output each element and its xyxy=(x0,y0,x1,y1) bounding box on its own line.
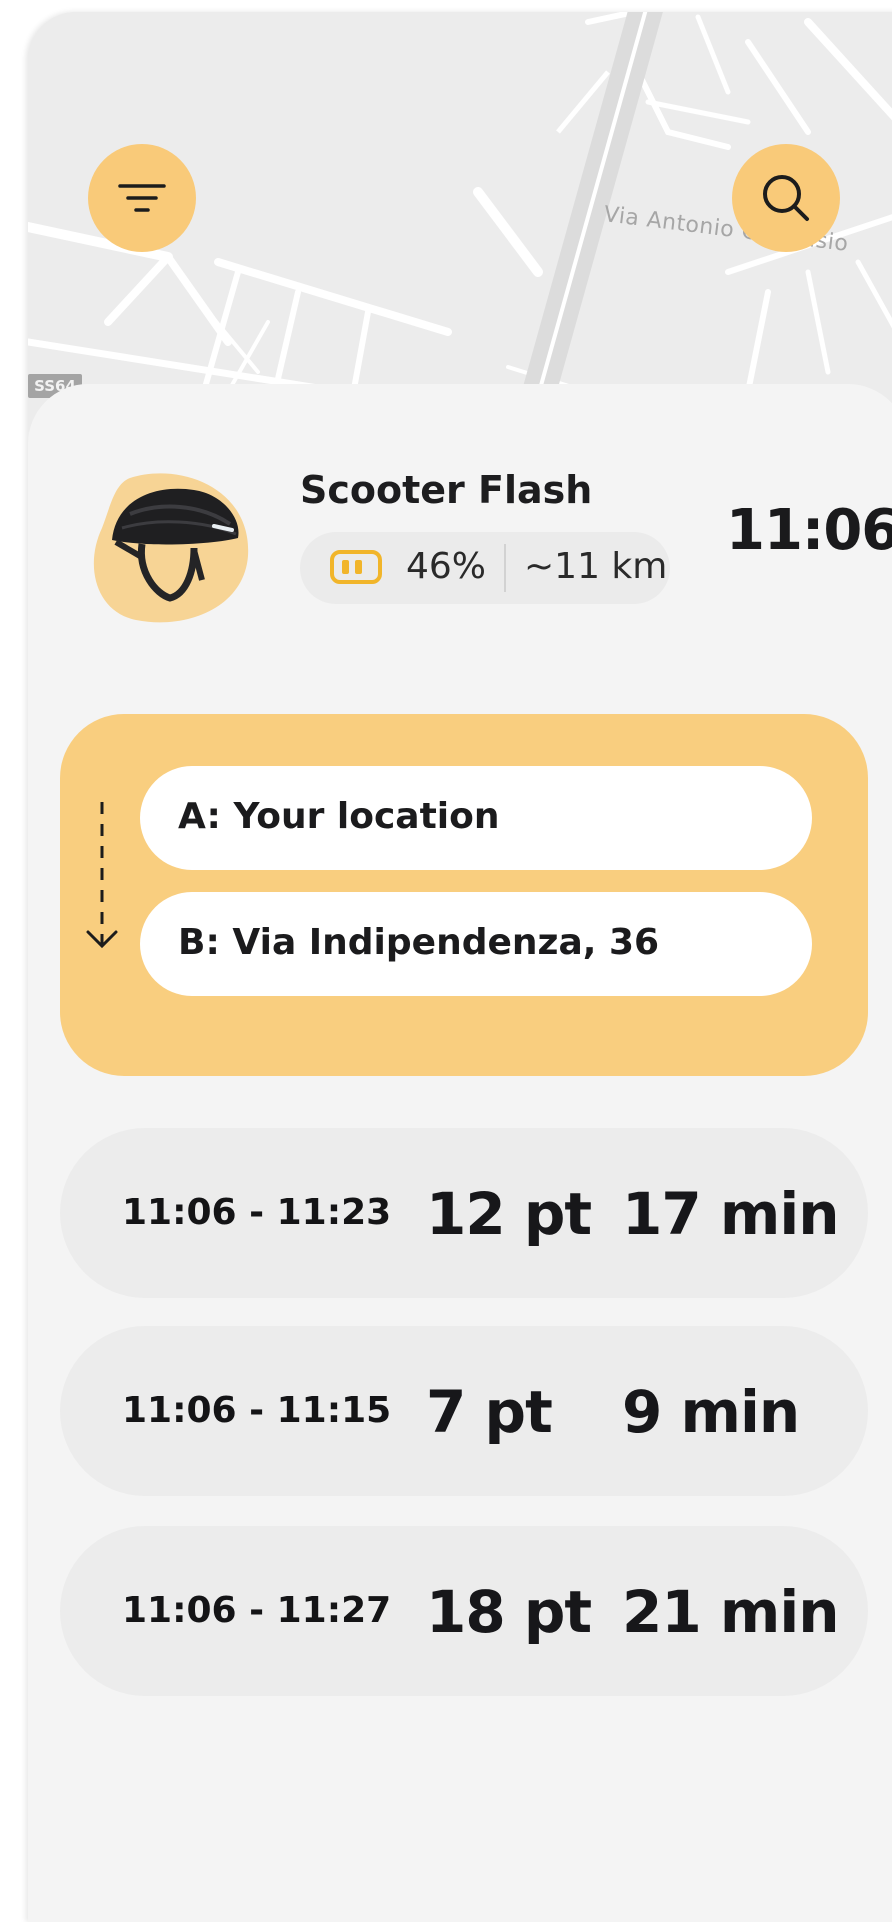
helmet-icon xyxy=(93,473,249,623)
route-card: A: Your location B: Via Indipendenza, 36 xyxy=(60,714,868,1076)
trip-points: 12 pt xyxy=(426,1180,592,1248)
battery-level: 46% xyxy=(406,546,487,587)
origin-value: A: Your location xyxy=(178,796,500,837)
trip-option-3[interactable]: 11:06 - 11:27 18 pt 21 min xyxy=(60,1526,868,1696)
bottom-sheet: Scooter Flash 46% ~11 km 11:06 A: Your l… xyxy=(28,384,892,1922)
trip-time-range: 11:06 - 11:27 xyxy=(122,1590,392,1631)
search-icon xyxy=(763,175,809,221)
battery-icon xyxy=(330,550,382,584)
vehicle-name: Scooter Flash xyxy=(300,468,593,512)
trip-points: 18 pt xyxy=(426,1578,592,1646)
trip-duration: 9 min xyxy=(622,1378,800,1446)
origin-field[interactable]: A: Your location xyxy=(140,766,812,870)
route-arrow-icon xyxy=(86,802,118,949)
vehicle-image xyxy=(90,468,260,628)
trip-option-1[interactable]: 11:06 - 11:23 12 pt 17 min xyxy=(60,1128,868,1298)
filter-button[interactable] xyxy=(88,144,196,252)
destination-field[interactable]: B: Via Indipendenza, 36 xyxy=(140,892,812,996)
filter-icon xyxy=(118,184,166,212)
range-estimate: ~11 km xyxy=(524,546,668,587)
trip-time-range: 11:06 - 11:15 xyxy=(122,1390,392,1431)
app-screen: Via Antonio Gandusio SS64 Scooter Flash xyxy=(28,12,892,1922)
stats-divider xyxy=(504,544,506,592)
trip-time-range: 11:06 - 11:23 xyxy=(122,1192,392,1233)
trip-option-2[interactable]: 11:06 - 11:15 7 pt 9 min xyxy=(60,1326,868,1496)
trip-points: 7 pt xyxy=(426,1378,553,1446)
trip-duration: 21 min xyxy=(622,1578,840,1646)
current-time: 11:06 xyxy=(726,498,892,563)
search-button[interactable] xyxy=(732,144,840,252)
destination-value: B: Via Indipendenza, 36 xyxy=(178,922,660,963)
vehicle-stats: 46% ~11 km xyxy=(300,532,670,604)
trip-duration: 17 min xyxy=(622,1180,840,1248)
